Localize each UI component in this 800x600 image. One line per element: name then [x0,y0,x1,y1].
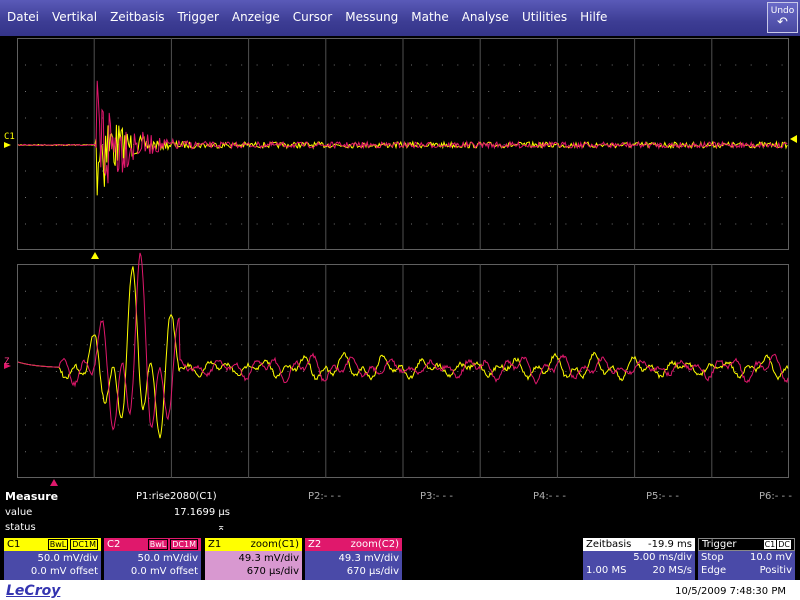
timebase-rate: 20 MS/s [652,565,692,576]
c2-coupling-tag: DC1M [170,539,198,550]
measure-p5[interactable]: P5:- - - [646,491,679,502]
lecroy-logo: LeCroy [6,583,61,599]
timebase-box[interactable]: Zeitbasis -19.9 ms 5.00 ms/div 1.00 MS 20… [583,538,695,580]
z2-name: Z2 [308,539,322,550]
measure-row-value: value [5,507,33,518]
measure-p4[interactable]: P4:- - - [533,491,566,502]
measure-p2[interactable]: P2:- - - [308,491,341,502]
c1-box-header: C1 BwL DC1M [4,538,101,551]
timebase-title: Zeitbasis [586,539,632,550]
grid-lines [25,38,783,478]
z2-tdiv: 670 µs/div [346,566,399,577]
trigger-level: 10.0 mV [749,552,792,563]
c1-name: C1 [7,539,21,550]
measure-p1[interactable]: P1:rise2080(C1) [136,491,217,502]
measure-p3[interactable]: P3:- - - [420,491,453,502]
oscilloscope-app: Datei Vertikal Zeitbasis Trigger Anzeige Curs… [0,0,800,600]
timebase-points: 1.00 MS [586,565,627,576]
c1-coupling-tag: DC1M [70,539,98,550]
channel-c2-box[interactable]: C2 BwL DC1M 50.0 mV/div 0.0 mV offset [104,538,201,580]
zoom-z1-box[interactable]: Z1 zoom(C1) 49.3 mV/div 670 µs/div [205,538,302,580]
trigger-level-marker-icon[interactable] [790,135,797,143]
trigger-slope: Positiv [759,565,792,576]
z1-vdiv: 49.3 mV/div [238,553,299,564]
trigger-box[interactable]: Trigger C1 DC Stop 10.0 mV Edge Positiv [698,538,795,580]
measure-p1-status-icon: ⌅ [217,522,226,533]
measure-panel: Measure value status P1:rise2080(C1) 17.… [0,486,800,538]
measure-p1-value: 17.1699 µs [173,507,230,518]
timebase-tdiv: 5.00 ms/div [633,552,692,563]
c1-ground-marker-icon[interactable] [4,142,11,148]
c2-name: C2 [107,539,121,550]
c2-bwl-tag: BwL [147,539,169,550]
trigger-type: Edge [701,565,727,576]
c1-offset: 0.0 mV offset [30,566,98,577]
z1-name: Z1 [208,539,222,550]
c1-bwl-tag: BwL [47,539,69,550]
measure-p6[interactable]: P6:- - - [759,491,792,502]
zoom-position-marker-icon[interactable] [50,479,58,486]
z1-box-header: Z1 zoom(C1) [205,538,302,551]
c2-box-header: C2 BwL DC1M [104,538,201,551]
timebase-delay: -19.9 ms [647,539,692,550]
trigger-title: Trigger [702,539,737,550]
c2-vdiv: 50.0 mV/div [137,553,198,564]
trigger-source: C1 [763,540,777,549]
z2-box-header: Z2 zoom(C2) [305,538,402,551]
status-footer: LeCroy 10/5/2009 7:48:30 PM [0,580,800,600]
z-trace-label: Z [4,357,10,367]
datetime-display: 10/5/2009 7:48:30 PM [675,586,786,597]
zoom-z2-box[interactable]: Z2 zoom(C2) 49.3 mV/div 670 µs/div [305,538,402,580]
trigger-position-marker-icon[interactable] [91,252,99,259]
c1-trace-label: C1 [4,132,15,142]
c1-vdiv: 50.0 mV/div [37,553,98,564]
z1-tdiv: 670 µs/div [246,566,299,577]
channel-c1-box[interactable]: C1 BwL DC1M 50.0 mV/div 0.0 mV offset [4,538,101,580]
trigger-mode: Stop [701,552,724,563]
z1-source: zoom(C1) [250,539,299,550]
c2-offset: 0.0 mV offset [130,566,198,577]
z2-source: zoom(C2) [350,539,399,550]
z2-vdiv: 49.3 mV/div [338,553,399,564]
trigger-coupling: DC [777,540,791,549]
measure-title: Measure [5,490,59,503]
measure-row-status: status [5,522,36,533]
